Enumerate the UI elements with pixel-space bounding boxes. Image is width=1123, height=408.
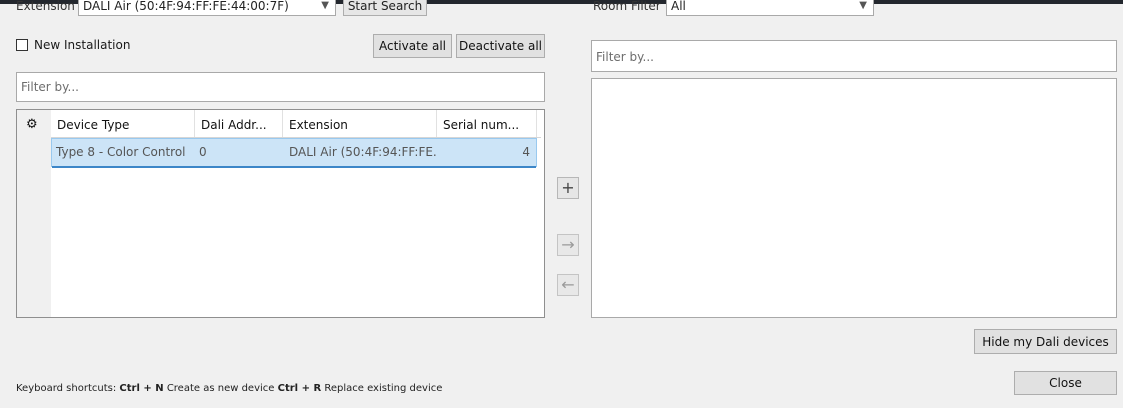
checkbox-box[interactable]	[16, 39, 28, 51]
column-header-label: Serial num...	[443, 118, 520, 132]
keyboard-shortcuts-hint: Keyboard shortcuts: Ctrl + N Create as n…	[16, 381, 442, 397]
row-header-column: ⚙	[17, 110, 51, 317]
room-filter-label: Room Filter	[593, 0, 661, 13]
activate-all-button[interactable]: Activate all	[373, 34, 452, 58]
sort-ascending-icon: ⌃	[115, 110, 123, 114]
chevron-down-icon: ▼	[859, 0, 867, 11]
extension-select[interactable]: DALI Air (50:4F:94:FF:FE:44:00:7F) ▼	[78, 0, 336, 16]
shortcut-key: Ctrl + N	[119, 383, 164, 394]
new-installation-label: New Installation	[34, 38, 131, 52]
cell-dali-addr: 0	[199, 145, 207, 159]
plus-icon[interactable]: +	[557, 177, 579, 199]
extension-select-value: DALI Air (50:4F:94:FF:FE:44:00:7F)	[83, 0, 289, 13]
column-header-extension[interactable]: Extension	[283, 110, 437, 137]
hide-my-dali-devices-button[interactable]: Hide my Dali devices	[974, 329, 1117, 354]
start-search-button[interactable]: Start Search	[343, 0, 427, 16]
shortcuts-label: Keyboard shortcuts:	[16, 383, 117, 394]
close-button[interactable]: Close	[1014, 371, 1117, 395]
arrow-left-icon[interactable]: ←	[557, 274, 579, 296]
new-installation-checkbox[interactable]: New Installation	[16, 36, 130, 54]
room-filter-select[interactable]: All ▼	[666, 0, 874, 16]
room-filter-value: All	[671, 0, 686, 13]
arrow-right-icon[interactable]: →	[557, 234, 579, 256]
right-filter-input[interactable]: Filter by...	[591, 40, 1117, 72]
row-focus-underline	[52, 166, 536, 168]
chevron-down-icon: ▼	[321, 0, 329, 11]
shortcut-description: Create as new device	[166, 383, 275, 394]
cell-extension: DALI Air (50:4F:94:FF:FE...	[289, 145, 437, 159]
column-header-serial-number[interactable]: Serial num...	[437, 110, 537, 137]
column-header-label: Device Type	[57, 118, 130, 132]
left-filter-input[interactable]: Filter by...	[16, 72, 545, 102]
deactivate-all-button[interactable]: Deactivate all	[456, 34, 545, 58]
room-device-list[interactable]	[591, 78, 1117, 318]
column-header-label: Dali Addr...	[201, 118, 267, 132]
shortcut-key: Ctrl + R	[277, 383, 322, 394]
cell-serial: 4	[522, 145, 530, 159]
table-row[interactable]: Type 8 - Color Control 0 DALI Air (50:4F…	[51, 138, 537, 168]
gear-icon[interactable]: ⚙	[26, 117, 38, 132]
extension-label: Extension:	[16, 0, 76, 13]
column-header-label: Extension	[289, 118, 348, 132]
column-header-dali-addr[interactable]: Dali Addr...	[195, 110, 283, 137]
shortcut-description: Replace existing device	[324, 383, 443, 394]
column-header-device-type[interactable]: ⌃ Device Type	[51, 110, 195, 137]
cell-device-type: Type 8 - Color Control	[56, 145, 186, 159]
device-table[interactable]: ⚙ ⌃ Device Type Dali Addr... Extension S…	[16, 109, 545, 318]
